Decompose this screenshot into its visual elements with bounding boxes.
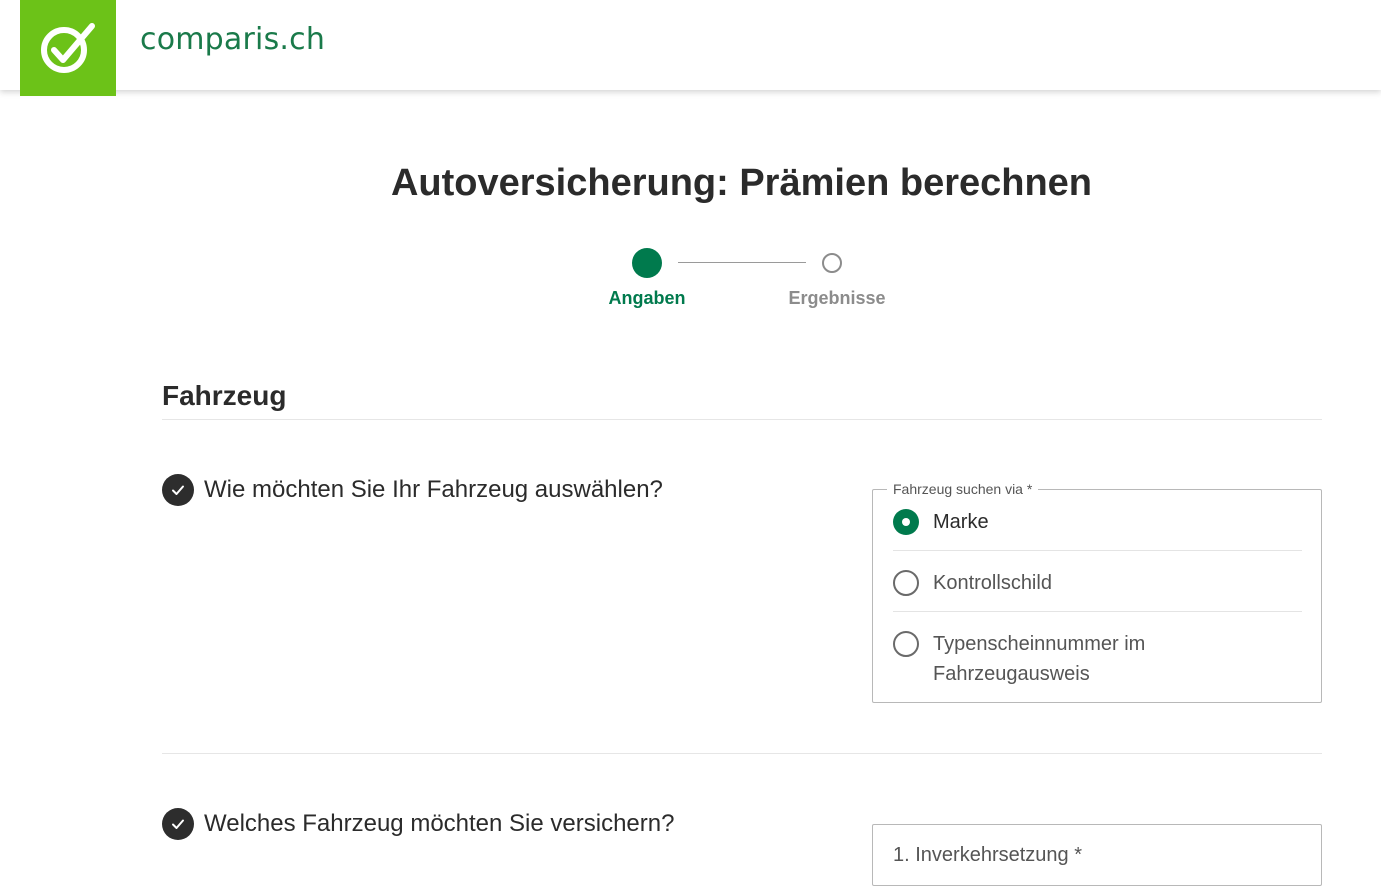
radio-button[interactable] xyxy=(893,631,919,657)
step-label-ergebnisse: Ergebnisse xyxy=(788,288,886,308)
radio-group-legend: Fahrzeug suchen via * xyxy=(887,481,1039,497)
option-divider xyxy=(893,550,1302,551)
question-vehicle-selection: Wie möchten Sie Ihr Fahrzeug auswählen? xyxy=(162,474,663,506)
radio-option-typenscheinnummer[interactable]: Typenscheinnummer im Fahrzeugausweis xyxy=(893,631,1302,689)
radio-label: Kontrollschild xyxy=(933,572,1052,594)
radio-button[interactable] xyxy=(893,570,919,596)
question-text: Wie möchten Sie Ihr Fahrzeug auswählen? xyxy=(204,476,663,503)
question-text: Welches Fahrzeug möchten Sie versichern? xyxy=(204,810,675,837)
radio-label: Typenscheinnummer im Fahrzeugausweis xyxy=(933,633,1146,685)
comparis-logo[interactable] xyxy=(20,0,116,96)
checkmark-circle-icon xyxy=(41,23,95,73)
radio-option-kontrollschild[interactable]: Kontrollschild xyxy=(893,570,1302,598)
section-divider xyxy=(162,419,1322,420)
question-vehicle-insure: Welches Fahrzeug möchten Sie versichern? xyxy=(162,808,674,840)
step-indicator-inactive xyxy=(822,253,842,273)
radio-option-marke[interactable]: Marke xyxy=(893,509,1302,537)
page-title: Autoversicherung: Prämien berechnen xyxy=(390,162,1093,204)
first-registration-input[interactable]: 1. Inverkehrsetzung * xyxy=(872,824,1322,886)
step-indicator-active xyxy=(632,248,662,278)
radio-label: Marke xyxy=(933,511,989,533)
step-label-angaben: Angaben xyxy=(608,288,686,308)
option-divider xyxy=(893,611,1302,612)
brand-name[interactable]: comparis.ch xyxy=(140,22,325,57)
check-icon xyxy=(162,474,194,506)
question-divider xyxy=(162,753,1322,754)
radio-button-selected[interactable] xyxy=(893,509,919,535)
check-icon xyxy=(162,808,194,840)
stepper-connector xyxy=(678,262,806,263)
section-title: Fahrzeug xyxy=(162,380,287,411)
vehicle-search-radio-group: Fahrzeug suchen via * Marke Kontrollschi… xyxy=(872,481,1322,703)
first-registration-placeholder: 1. Inverkehrsetzung * xyxy=(893,844,1082,866)
